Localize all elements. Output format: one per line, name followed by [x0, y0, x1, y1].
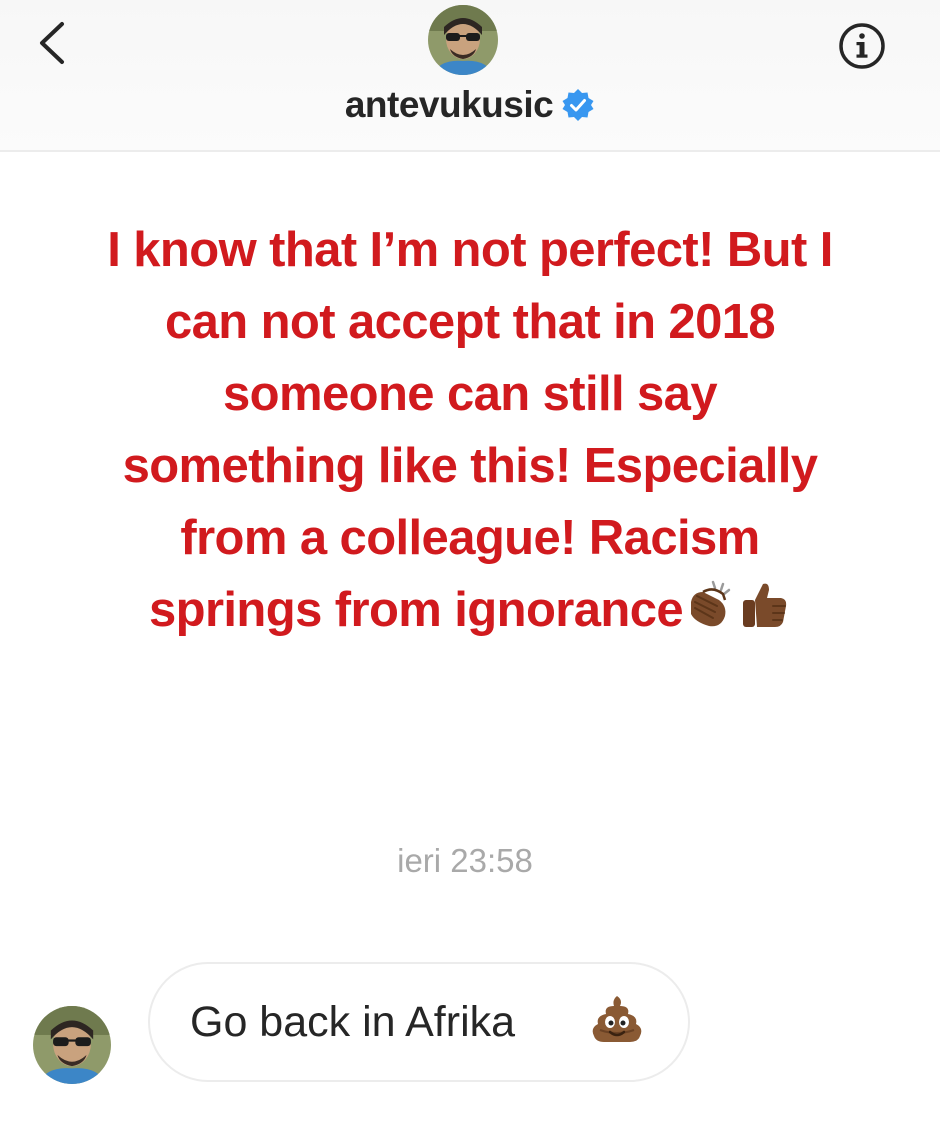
- profile-avatar[interactable]: [428, 5, 498, 75]
- story-reply-text: I know that I’m not perfect! But I can n…: [100, 214, 840, 650]
- username-row[interactable]: antevukusic: [0, 84, 940, 126]
- story-text: I know that I’m not perfect! But I can n…: [107, 223, 833, 637]
- sender-avatar[interactable]: [33, 1006, 111, 1084]
- chevron-left-icon: [40, 22, 64, 64]
- chat-header: antevukusic: [0, 0, 940, 152]
- message-text: Go back in Afrika: [190, 998, 516, 1046]
- username: antevukusic: [344, 84, 554, 125]
- clapping-hands-icon: [683, 578, 737, 650]
- back-button[interactable]: [30, 18, 80, 68]
- message-bubble[interactable]: Go back in Afrika: [148, 962, 690, 1082]
- info-button[interactable]: [829, 20, 895, 72]
- direct-message-screen: antevukusic I know that I’m not perfect!…: [0, 0, 940, 1125]
- story-timestamp: ieri 23:58: [397, 842, 533, 879]
- pile-of-poo-icon: [592, 996, 642, 1042]
- info-icon: [839, 23, 885, 69]
- thumbs-up-icon: [737, 578, 791, 650]
- verified-badge-icon: [562, 89, 594, 121]
